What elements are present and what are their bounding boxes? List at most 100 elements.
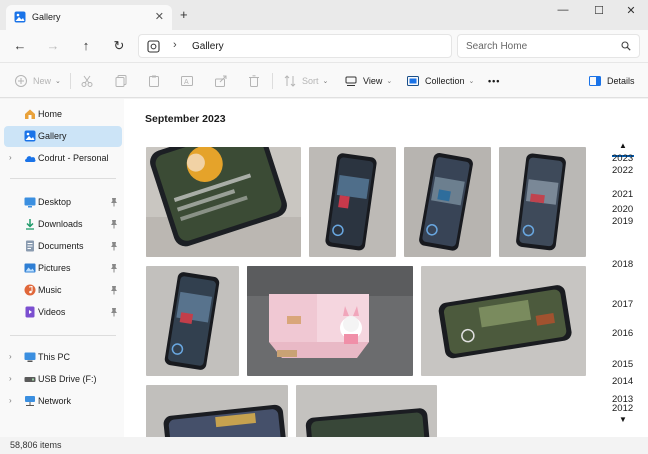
forward-button[interactable]: → — [43, 36, 63, 56]
timeline-down-arrow-icon[interactable]: ▼ — [619, 415, 627, 424]
sidebar-item-label: Codrut - Personal — [38, 153, 109, 163]
photo-thumbnail[interactable] — [146, 147, 301, 257]
pin-icon[interactable] — [110, 197, 118, 207]
copy-button[interactable] — [114, 73, 133, 89]
expand-chevron-icon[interactable]: › — [9, 396, 12, 405]
home-icon — [25, 109, 35, 119]
photo-thumbnail[interactable] — [146, 266, 239, 376]
close-window-button[interactable]: ✕ — [616, 4, 646, 20]
sidebar-item-label: Gallery — [38, 131, 67, 141]
new-tab-button[interactable]: + — [180, 8, 188, 21]
view-button[interactable]: View ⌄ — [344, 73, 392, 89]
timeline-year[interactable]: 2014 — [612, 376, 633, 387]
svg-text:A: A — [184, 79, 189, 86]
timeline-year[interactable]: 2023 — [612, 153, 633, 164]
refresh-button[interactable]: ↻ — [109, 36, 129, 56]
photo-thumbnail[interactable] — [404, 147, 491, 257]
pin-icon[interactable] — [110, 263, 118, 273]
search-input[interactable] — [466, 38, 616, 54]
pin-icon[interactable] — [110, 285, 118, 295]
search-box[interactable] — [457, 34, 640, 58]
expand-chevron-icon[interactable]: › — [9, 352, 12, 361]
sidebar-item-desktop[interactable]: Desktop — [4, 192, 122, 213]
photo-thumbnail[interactable] — [499, 147, 586, 257]
tab-close-icon[interactable]: ✕ — [155, 10, 164, 23]
sidebar-item-gallery[interactable]: Gallery — [4, 126, 122, 147]
breadcrumb-gallery[interactable]: Gallery — [192, 41, 224, 52]
new-button[interactable]: New ⌄ — [14, 73, 61, 89]
sidebar-item-this-pc[interactable]: › This PC — [4, 347, 122, 368]
share-icon — [215, 75, 227, 87]
photo-thumbnail[interactable] — [146, 385, 288, 437]
paste-button[interactable] — [147, 73, 166, 89]
details-pane-icon — [589, 76, 601, 86]
music-folder-icon — [24, 284, 36, 296]
pin-icon[interactable] — [110, 219, 118, 229]
sidebar-item-music[interactable]: Music — [4, 280, 122, 301]
share-button[interactable] — [214, 73, 233, 89]
photo-thumbnail[interactable] — [309, 147, 396, 257]
expand-chevron-icon[interactable]: › — [9, 153, 12, 162]
details-button[interactable]: Details — [588, 73, 635, 89]
copy-icon — [115, 75, 127, 87]
sidebar-item-label: Home — [38, 109, 63, 119]
timeline-year[interactable]: 2015 — [612, 359, 633, 370]
sidebar-item-label: Network — [38, 396, 72, 406]
timeline-year[interactable]: 2018 — [612, 259, 633, 270]
sidebar-item-onedrive[interactable]: › Codrut - Personal — [4, 148, 122, 169]
timeline-year[interactable]: 2019 — [612, 216, 633, 227]
pin-icon[interactable] — [110, 241, 118, 251]
photo-thumbnail[interactable] — [296, 385, 437, 437]
tab-gallery[interactable]: Gallery ✕ — [6, 5, 172, 30]
sidebar-item-label: Music — [38, 285, 62, 295]
command-bar: New ⌄ A Sort ⌄ View ⌄ Collection ⌄ ••• Detai… — [0, 62, 648, 98]
cut-button[interactable] — [80, 73, 99, 89]
cut-icon — [81, 75, 93, 87]
up-button[interactable]: ↑ — [76, 36, 96, 56]
rename-button[interactable]: A — [180, 73, 199, 89]
sidebar-item-label: Downloads — [38, 219, 83, 229]
photo-thumbnail[interactable] — [421, 266, 586, 376]
sidebar-divider — [10, 178, 116, 179]
delete-button[interactable] — [247, 73, 266, 89]
pin-icon[interactable] — [110, 307, 118, 317]
chevron-down-icon: ⌄ — [322, 78, 329, 85]
sidebar-item-network[interactable]: › Network — [4, 391, 122, 412]
view-icon — [345, 76, 357, 86]
timeline-scrubber[interactable]: ▲ 2023 2022 2021 2020 2019 2018 2017 201… — [604, 141, 648, 431]
sidebar-item-label: Pictures — [38, 263, 71, 273]
sidebar-item-home[interactable]: Home — [4, 104, 122, 125]
timeline-year[interactable]: 2022 — [612, 165, 633, 176]
sort-button[interactable]: Sort ⌄ — [283, 73, 328, 89]
sidebar-item-label: Documents — [38, 241, 84, 251]
address-row: ← → ↑ ↻ › Gallery — [0, 30, 648, 62]
sidebar-item-label: This PC — [38, 352, 71, 362]
timeline-year[interactable]: 2012 — [612, 403, 633, 414]
sidebar-item-documents[interactable]: Documents — [4, 236, 122, 257]
photo-thumbnail[interactable] — [247, 266, 413, 376]
timeline-year[interactable]: 2016 — [612, 328, 633, 339]
sidebar-item-pictures[interactable]: Pictures — [4, 258, 122, 279]
paste-icon — [149, 75, 159, 87]
back-button[interactable]: ← — [10, 36, 30, 56]
sidebar-item-videos[interactable]: Videos — [4, 302, 122, 323]
documents-folder-icon — [26, 240, 34, 252]
timeline-year[interactable]: 2017 — [612, 299, 633, 310]
collection-label: Collection — [425, 76, 465, 86]
collection-button[interactable]: Collection ⌄ — [406, 73, 474, 89]
gallery-location-icon — [147, 40, 160, 53]
sidebar-divider — [10, 335, 116, 336]
sidebar-item-label: Desktop — [38, 197, 72, 207]
minimize-button[interactable]: — — [548, 4, 578, 20]
timeline-year[interactable]: 2021 — [612, 189, 633, 200]
timeline-up-arrow-icon[interactable]: ▲ — [619, 141, 627, 150]
sidebar-item-usb-drive[interactable]: › USB Drive (F:) — [4, 369, 122, 390]
expand-chevron-icon[interactable]: › — [9, 374, 12, 383]
navigation-pane: Home Gallery › Codrut - Personal Desktop… — [0, 99, 124, 437]
address-bar[interactable]: › Gallery — [138, 34, 452, 58]
maximize-button[interactable]: ☐ — [584, 4, 614, 20]
timeline-year[interactable]: 2020 — [612, 204, 633, 215]
sidebar-item-downloads[interactable]: Downloads — [4, 214, 122, 235]
more-options-button[interactable]: ••• — [488, 73, 500, 89]
sidebar-item-label: Videos — [38, 307, 66, 317]
